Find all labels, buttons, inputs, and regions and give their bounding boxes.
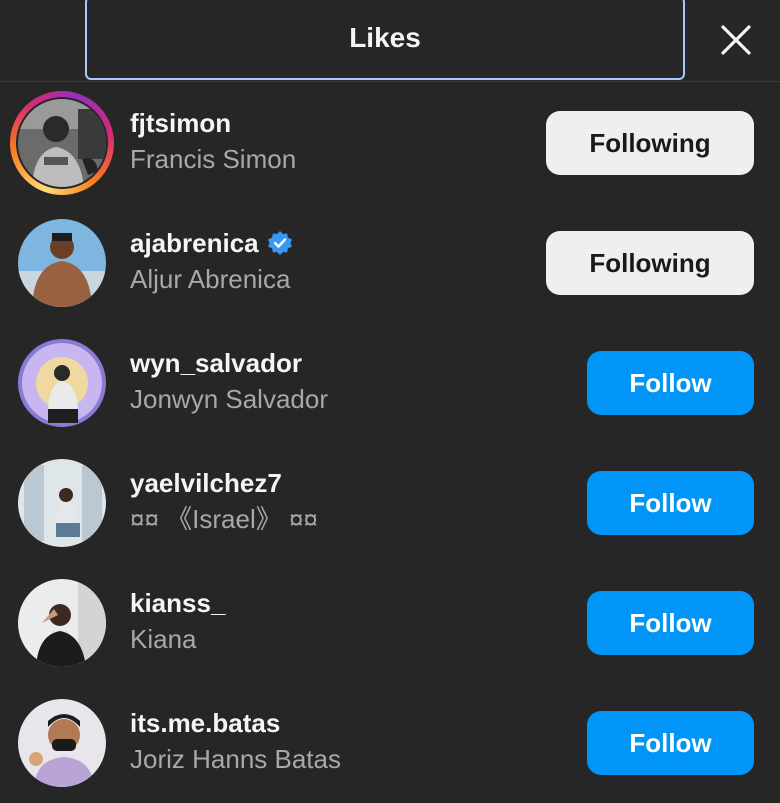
verified-badge-icon: [267, 231, 292, 255]
full-name: ¤¤ 《Israel》 ¤¤: [130, 504, 318, 534]
avatar: [18, 339, 106, 427]
username[interactable]: kianss_: [130, 588, 225, 619]
likes-list: fjtsimon Francis Simon Following ajabren…: [0, 83, 780, 803]
avatar: [18, 459, 106, 547]
full-name: Francis Simon: [130, 144, 297, 174]
likes-header: Likes: [0, 0, 780, 82]
avatar-container[interactable]: [10, 571, 114, 675]
follow-button[interactable]: Follow: [587, 471, 754, 535]
avatar-container[interactable]: [10, 451, 114, 555]
avatar: [18, 99, 106, 187]
full-name: Kiana: [130, 624, 197, 654]
username[interactable]: wyn_salvador: [130, 348, 302, 379]
close-button[interactable]: [714, 18, 758, 62]
close-icon: [721, 25, 751, 55]
avatar: [18, 219, 106, 307]
follow-button[interactable]: Follow: [587, 591, 754, 655]
page-title: Likes: [349, 22, 421, 53]
list-item: ajabrenica Aljur Abrenica Following: [0, 203, 780, 323]
full-name: Jonwyn Salvador: [130, 384, 328, 414]
follow-button[interactable]: Follow: [587, 351, 754, 415]
avatar-container[interactable]: [10, 211, 114, 315]
full-name: Aljur Abrenica: [130, 264, 291, 294]
list-item: wyn_salvador Jonwyn Salvador Follow: [0, 323, 780, 443]
list-item: kianss_ Kiana Follow: [0, 563, 780, 683]
list-item: yaelvilchez7 ¤¤ 《Israel》 ¤¤ Follow: [0, 443, 780, 563]
list-item: fjtsimon Francis Simon Following: [0, 83, 780, 203]
full-name: Joriz Hanns Batas: [130, 744, 341, 774]
following-button[interactable]: Following: [546, 231, 754, 295]
username[interactable]: its.me.batas: [130, 708, 280, 739]
list-item: its.me.batas Joriz Hanns Batas Follow: [0, 683, 780, 803]
username[interactable]: ajabrenica: [130, 228, 259, 259]
avatar-container[interactable]: [10, 691, 114, 795]
avatar: [18, 699, 106, 787]
avatar: [18, 579, 106, 667]
story-ring[interactable]: [10, 91, 114, 195]
follow-button[interactable]: Follow: [587, 711, 754, 775]
likes-title-container: Likes: [85, 0, 685, 80]
following-button[interactable]: Following: [546, 111, 754, 175]
avatar-container[interactable]: [10, 331, 114, 435]
username[interactable]: fjtsimon: [130, 108, 231, 139]
username[interactable]: yaelvilchez7: [130, 468, 282, 499]
